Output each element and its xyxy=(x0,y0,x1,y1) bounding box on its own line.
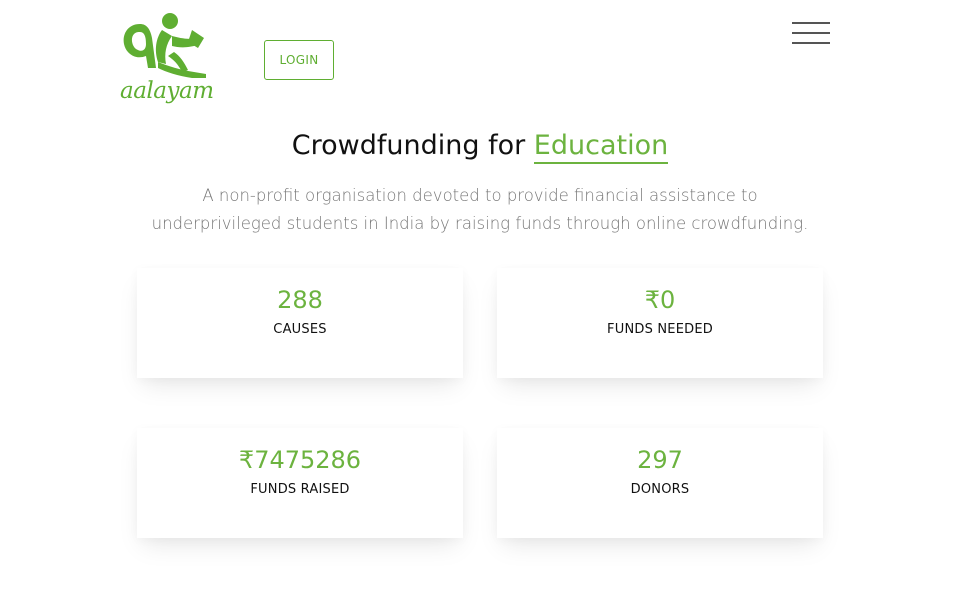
hamburger-icon[interactable] xyxy=(792,22,830,46)
logo-reading-child-icon: aalayam xyxy=(120,13,214,104)
stat-label: CAUSES xyxy=(273,322,327,337)
stat-label: DONORS xyxy=(630,482,690,497)
stat-value: 297 xyxy=(637,446,683,474)
logo-wordmark: aalayam xyxy=(120,78,214,104)
stat-value: ₹0 xyxy=(644,286,676,314)
stat-value: ₹7475286 xyxy=(238,446,362,474)
stat-card-causes: 288 CAUSES xyxy=(137,268,463,378)
aalayam-logo[interactable]: aalayam xyxy=(118,8,224,114)
login-button[interactable]: LOGIN xyxy=(264,40,334,80)
page: aalayam LOGIN Crowdfunding for Education… xyxy=(0,0,960,600)
stat-label: FUNDS NEEDED xyxy=(607,322,713,337)
stat-card-funds-needed: ₹0 FUNDS NEEDED xyxy=(497,268,823,378)
stat-card-donors: 297 DONORS xyxy=(497,428,823,538)
page-description: A non-profit organisation devoted to pro… xyxy=(151,186,809,233)
page-title: Crowdfunding for Education xyxy=(0,130,960,164)
hamburger-line xyxy=(792,22,830,24)
hamburger-line xyxy=(792,32,830,34)
hamburger-line xyxy=(792,42,830,44)
page-title-prefix: Crowdfunding for xyxy=(291,130,534,161)
page-title-accent: Education xyxy=(533,130,669,164)
stat-value: 288 xyxy=(277,286,323,314)
stat-card-funds-raised: ₹7475286 FUNDS RAISED xyxy=(137,428,463,538)
stat-label: FUNDS RAISED xyxy=(250,482,350,497)
